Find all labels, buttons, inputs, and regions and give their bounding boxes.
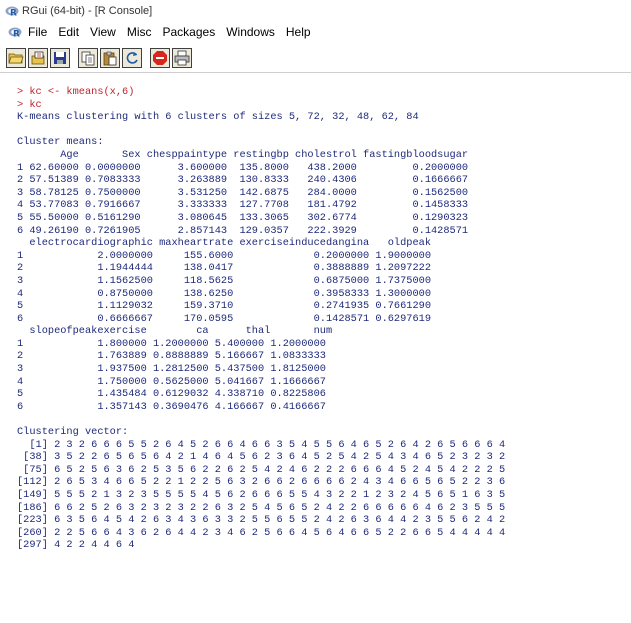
menu-misc[interactable]: Misc [127,25,152,39]
console-output-line: [112] 2 6 5 3 4 6 6 5 2 2 1 2 2 5 6 3 2 … [17,476,506,489]
console-output-line: 1 2.0000000 155.6000 0.2000000 1.9000000 [17,249,432,262]
console-output-line: 6 49.26190 0.7261905 2.857143 129.0357 2… [17,224,469,237]
r-logo-icon: R [5,6,19,18]
console-output-line: 4 0.8750000 138.6250 0.3958333 1.3000000 [17,287,432,300]
console-output-line: 5 1.435484 0.6129032 4.338710 0.8225806 [17,388,326,401]
console-output-line: [297] 4 2 2 4 4 6 4 [17,539,135,552]
stop-sign-icon [153,51,167,65]
copy-icon [81,51,95,66]
console-output-line: Age Sex chesppaintype restingbp cholestr… [17,148,469,161]
copy-button[interactable] [78,48,98,68]
printer-icon [174,50,190,66]
console-output-line: 6 1.357143 0.3690476 4.166667 0.4166667 [17,400,326,413]
save-workspace-button[interactable] [50,48,70,68]
console-output-line: Cluster means: [17,136,104,149]
svg-text:R: R [13,30,20,39]
console-output-line: [38] 3 5 2 2 6 5 6 5 6 4 2 1 4 6 4 5 6 2… [17,451,506,464]
load-workspace-button[interactable] [28,48,48,68]
console-output-line: Clustering vector: [17,426,129,439]
r-console[interactable]: > kc <- kmeans(x,6) > kc K-means clusterin… [0,74,631,623]
stop-button[interactable] [150,48,170,68]
console-output-line: [1] 2 3 2 6 6 6 5 5 2 6 4 5 2 6 6 4 6 6 … [17,438,506,451]
console-output-line: 2 57.51389 0.7083333 3.263889 130.8333 2… [17,174,469,187]
menu-file[interactable]: File [28,25,47,39]
console-command-line: > kc <- kmeans(x,6) [17,86,135,98]
console-output-line: [149] 5 5 5 2 1 3 2 3 5 5 5 5 4 5 6 2 6 … [17,489,506,501]
window-titlebar: R RGui (64-bit) - [R Console] [0,0,631,22]
window-title: RGui (64-bit) - [R Console] [22,5,153,17]
console-output-line: [223] 6 3 5 6 4 5 4 2 6 3 4 3 6 3 3 2 5 … [17,514,506,527]
console-output-line: 3 1.937500 1.2812500 5.437500 1.8125000 [17,363,326,376]
menu-help[interactable]: Help [286,25,311,39]
console-output-line: [75] 6 5 2 5 6 3 6 2 5 3 5 6 2 2 6 2 5 4… [17,463,506,476]
console-output-line: 5 55.50000 0.5161290 3.080645 133.3065 3… [17,211,469,224]
menu-bar: R File Edit View Misc Packages Windows H… [0,22,631,42]
menu-view[interactable]: View [90,25,116,39]
console-output-line: 2 1.1944444 138.0417 0.3888889 1.2097222 [17,262,432,275]
console-output-line: 1 1.800000 1.2000000 5.400000 1.2000000 [17,337,326,350]
console-output-line: 1 62.60000 0.0000000 3.600000 135.8000 4… [17,161,469,174]
open-folder-icon [8,53,24,64]
paste-button[interactable] [100,48,120,68]
console-output-line: 6 0.6666667 170.0595 0.1428571 0.6297619 [17,312,432,325]
svg-text:R: R [10,9,17,18]
console-output-line: electrocardiographic maxheartrate exerci… [17,237,432,250]
console-output-line: [186] 6 6 2 5 2 6 3 2 3 2 3 2 2 6 3 2 5 … [17,501,506,514]
console-output-line: 2 1.763889 0.8888889 5.166667 1.0833333 [17,350,326,363]
console-output-line: 3 1.1562500 118.5625 0.6875000 1.7375000 [17,274,432,287]
console-output-line: K-means clustering with 6 clusters of si… [17,111,419,124]
console-output-line: 4 53.77083 0.7916667 3.333333 127.7708 1… [17,199,469,212]
menu-windows[interactable]: Windows [226,25,275,39]
console-output-line: [260] 2 2 5 6 6 4 3 6 2 6 4 4 2 3 4 6 2 … [17,526,506,539]
menu-packages[interactable]: Packages [163,25,216,39]
console-output-line: 4 1.750000 0.5625000 5.041667 1.1666667 [17,375,326,388]
console-command-line: > kc [17,98,42,111]
console-output-line: 5 1.1129032 159.3710 0.2741935 0.7661290 [17,300,432,313]
paste-icon [103,51,117,66]
menu-edit[interactable]: Edit [58,25,79,39]
save-disk-icon [54,52,66,64]
console-output: > kc <- kmeans(x,6) > kc K-means clusterin… [0,74,631,552]
print-button[interactable] [172,48,192,68]
copy-paste-button[interactable] [122,48,142,68]
refresh-icon [126,52,138,64]
open-script-button[interactable] [6,48,26,68]
toolbar [0,44,631,73]
console-output-line: slopeofpeakexercise ca thal num [17,325,333,338]
r-logo-icon[interactable]: R [8,26,22,38]
console-output-line: 3 58.78125 0.7500000 3.531250 142.6875 2… [17,186,469,199]
load-workspace-icon [31,51,45,65]
